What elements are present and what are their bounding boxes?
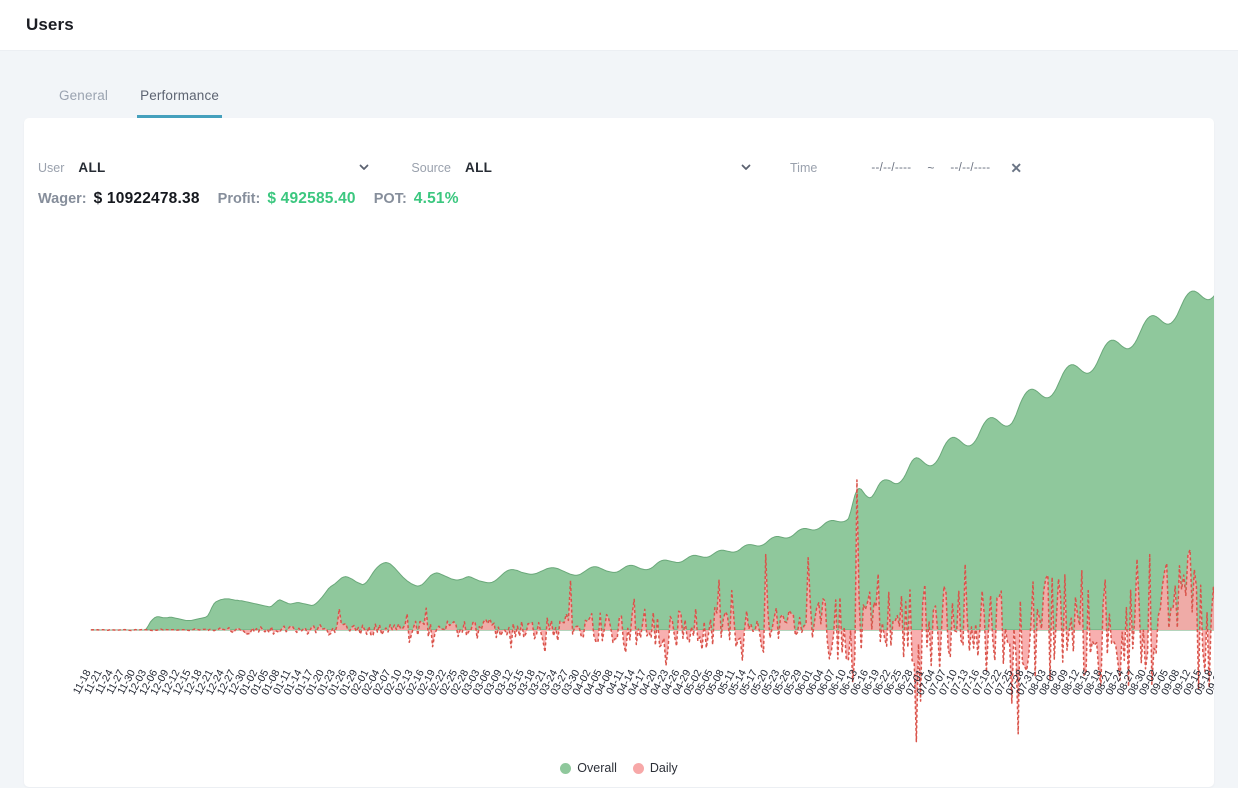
- app-root: Users General Performance User ALL Sourc…: [0, 0, 1238, 788]
- page-title: Users: [26, 15, 74, 34]
- top-header-bar: Users: [0, 0, 1238, 51]
- chevron-down-icon: [740, 161, 752, 173]
- date-range-separator: ~: [927, 161, 935, 175]
- source-filter-label: Source: [411, 161, 452, 175]
- tab-general[interactable]: General: [56, 88, 111, 118]
- end-date-input[interactable]: --/--/----: [950, 162, 990, 174]
- chart-canvas[interactable]: 11-1811-2111-2411-2711-3012-0312-0612-09…: [24, 268, 1214, 787]
- user-select[interactable]: ALL: [78, 160, 370, 177]
- legend-item-overall[interactable]: Overall: [560, 761, 617, 775]
- tab-performance[interactable]: Performance: [137, 88, 223, 118]
- source-select[interactable]: ALL: [465, 160, 752, 177]
- legend-dot-daily: [632, 762, 644, 774]
- filter-bar: User ALL Source ALL Time --/--/---- ~ --…: [24, 118, 1214, 218]
- time-filter-label: Time: [790, 161, 818, 175]
- source-select-value: ALL: [465, 159, 493, 175]
- tab-bar: General Performance: [16, 51, 1222, 118]
- legend-dot-overall: [560, 762, 572, 774]
- page-body: General Performance User ALL Source ALL: [0, 51, 1238, 788]
- time-filter-group: Time --/--/---- ~ --/--/---- ✕: [790, 161, 1022, 175]
- legend-item-daily[interactable]: Daily: [632, 761, 678, 775]
- start-date-input[interactable]: --/--/----: [871, 162, 911, 174]
- chart-legend: Overall Daily: [24, 761, 1214, 775]
- clear-date-icon[interactable]: ✕: [1010, 161, 1022, 175]
- performance-card: User ALL Source ALL Time --/--/---- ~ --…: [24, 118, 1214, 787]
- chevron-down-icon: [358, 161, 370, 173]
- performance-chart: 11-18 11-21 11-24 11-27 11-30 12-03 12-06 12-09…: [24, 268, 1214, 787]
- user-filter-label: User: [38, 161, 65, 175]
- legend-label-daily: Daily: [649, 761, 678, 775]
- legend-label-overall: Overall: [577, 761, 617, 775]
- user-select-value: ALL: [78, 159, 106, 175]
